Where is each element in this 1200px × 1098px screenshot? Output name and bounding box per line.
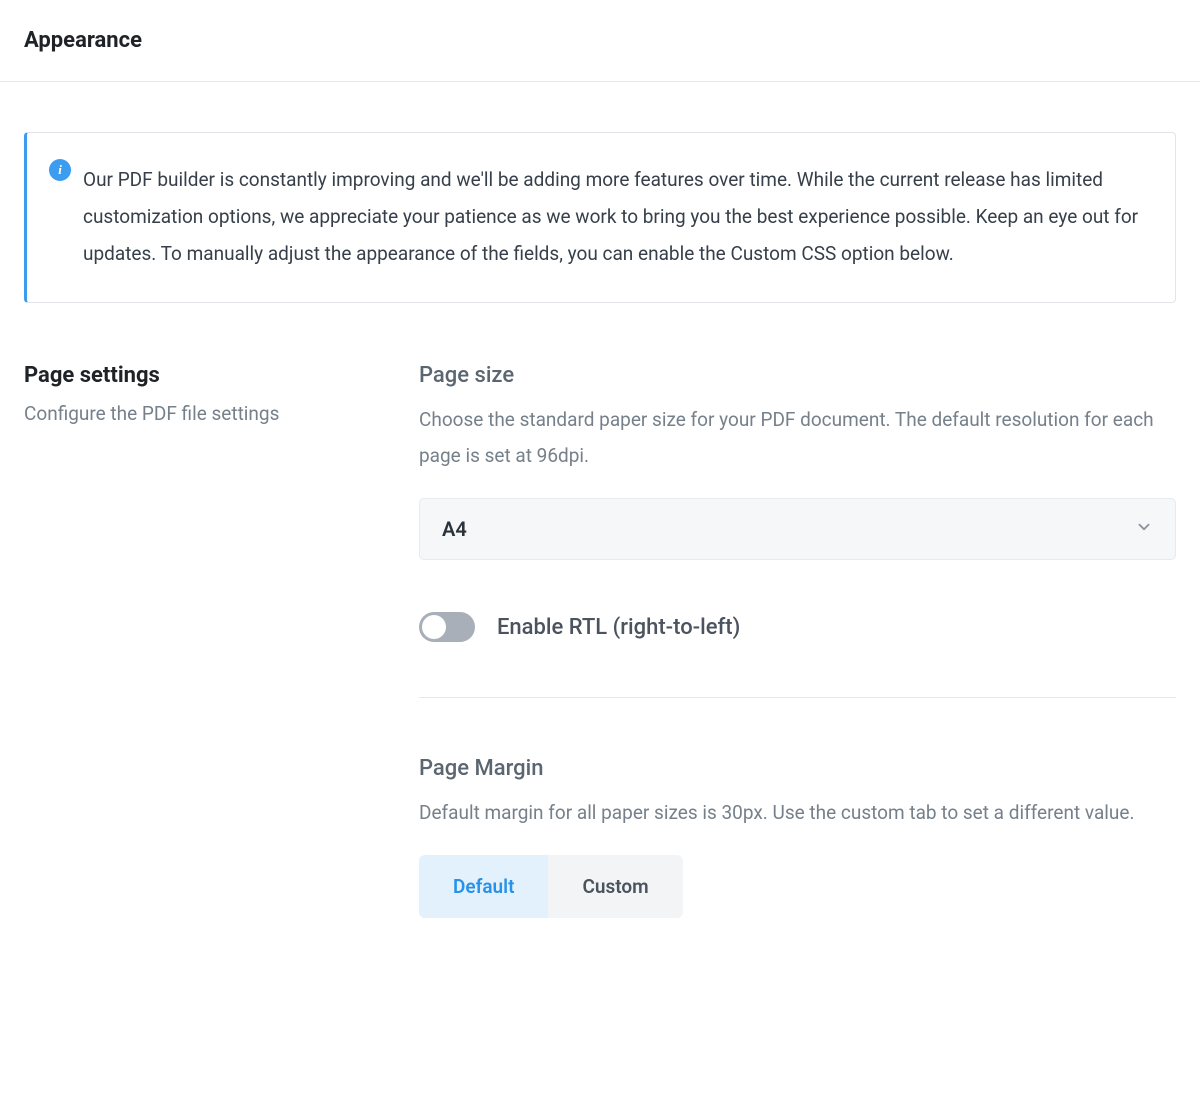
section-divider — [419, 697, 1176, 698]
page-settings-subtitle: Configure the PDF file settings — [24, 402, 419, 425]
page-size-heading: Page size — [419, 363, 1176, 388]
page-settings-fields: Page size Choose the standard paper size… — [419, 363, 1176, 918]
page-settings-sidebar: Page settings Configure the PDF file set… — [24, 363, 419, 425]
rtl-toggle-label: Enable RTL (right-to-left) — [497, 615, 740, 640]
page-settings-title: Page settings — [24, 363, 419, 388]
tab-default[interactable]: Default — [419, 855, 548, 918]
rtl-toggle-row: Enable RTL (right-to-left) — [419, 612, 1176, 642]
page-margin-heading: Page Margin — [419, 756, 1176, 781]
info-icon: i — [49, 159, 71, 181]
page-size-description: Choose the standard paper size for your … — [419, 402, 1176, 474]
settings-row: Page settings Configure the PDF file set… — [24, 363, 1176, 918]
info-notice: i Our PDF builder is constantly improvin… — [24, 132, 1176, 303]
page-title: Appearance — [24, 28, 1176, 53]
appearance-header: Appearance — [0, 0, 1200, 82]
page-size-selected-value: A4 — [442, 517, 467, 541]
appearance-content: i Our PDF builder is constantly improvin… — [0, 82, 1200, 978]
page-margin-tabs: Default Custom — [419, 855, 683, 918]
chevron-down-icon — [1135, 518, 1153, 540]
info-notice-text: Our PDF builder is constantly improving … — [83, 161, 1145, 272]
rtl-toggle[interactable] — [419, 612, 475, 642]
page-margin-description: Default margin for all paper sizes is 30… — [419, 795, 1176, 831]
tab-custom[interactable]: Custom — [548, 855, 682, 918]
page-size-select[interactable]: A4 — [419, 498, 1176, 560]
rtl-toggle-handle — [422, 615, 446, 639]
